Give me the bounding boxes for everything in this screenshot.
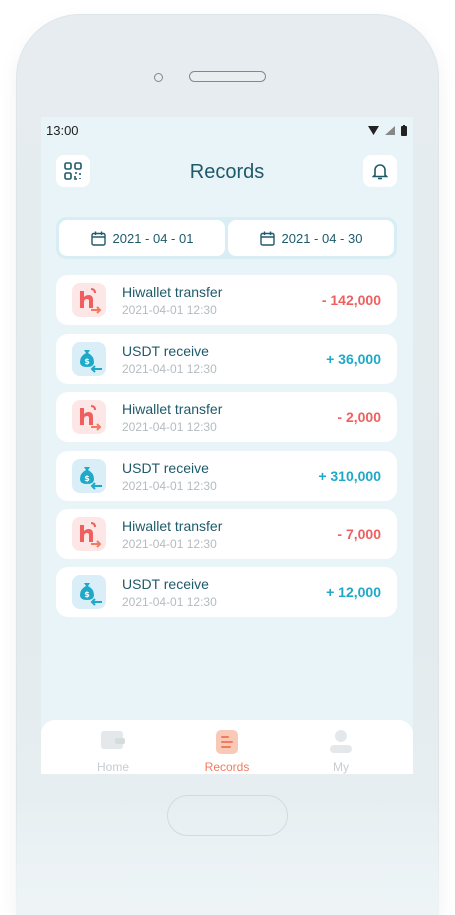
- records-icon: [216, 730, 238, 754]
- transfer-out-icon: [72, 283, 106, 317]
- hardware-home-button[interactable]: [167, 795, 288, 836]
- record-amount: - 7,000: [337, 526, 381, 542]
- svg-text:$: $: [84, 474, 90, 483]
- bottom-tab-bar: Home Records My: [41, 720, 413, 774]
- record-item[interactable]: $ USDT receive 2021-04-01 12:30 + 310,00…: [56, 451, 397, 501]
- speaker-grille: [189, 71, 266, 82]
- record-item[interactable]: Hiwallet transfer 2021-04-01 12:30 - 142…: [56, 275, 397, 325]
- tab-home[interactable]: Home: [51, 720, 175, 774]
- svg-text:$: $: [84, 590, 90, 599]
- transfer-out-icon: [72, 400, 106, 434]
- record-item[interactable]: Hiwallet transfer 2021-04-01 12:30 - 7,0…: [56, 509, 397, 559]
- record-amount: + 310,000: [318, 468, 381, 484]
- user-icon: [330, 730, 352, 753]
- record-time: 2021-04-01 12:30: [122, 479, 217, 493]
- record-item[interactable]: $ USDT receive 2021-04-01 12:30 + 36,000: [56, 334, 397, 384]
- transfer-out-icon: [72, 517, 106, 551]
- money-bag-receive-icon: $: [72, 342, 106, 376]
- record-title: USDT receive: [122, 576, 209, 592]
- start-date-picker[interactable]: 2021 - 04 - 01: [59, 220, 225, 256]
- end-date-label: 2021 - 04 - 30: [281, 230, 363, 246]
- end-date-picker[interactable]: 2021 - 04 - 30: [228, 220, 394, 256]
- status-time: 13:00: [46, 123, 79, 138]
- record-item[interactable]: $ USDT receive 2021-04-01 12:30 + 12,000: [56, 567, 397, 617]
- wallet-icon: [101, 731, 125, 749]
- battery-icon: [401, 125, 407, 136]
- notification-button[interactable]: [363, 155, 397, 187]
- record-time: 2021-04-01 12:30: [122, 537, 217, 551]
- signal-icon: [385, 126, 395, 135]
- calendar-icon: [90, 231, 106, 246]
- record-title: Hiwallet transfer: [122, 284, 223, 300]
- record-item[interactable]: Hiwallet transfer 2021-04-01 12:30 - 2,0…: [56, 392, 397, 442]
- record-amount: + 12,000: [326, 584, 381, 600]
- status-bar: 13:00: [41, 117, 413, 143]
- record-title: USDT receive: [122, 460, 209, 476]
- money-bag-receive-icon: $: [72, 575, 106, 609]
- record-time: 2021-04-01 12:30: [122, 362, 217, 376]
- status-icons: [368, 125, 407, 136]
- tab-label-home: Home: [96, 760, 129, 774]
- record-amount: + 36,000: [326, 351, 381, 367]
- date-range-filter: 2021 - 04 - 01 2021 - 04 - 30: [56, 217, 397, 259]
- record-title: Hiwallet transfer: [122, 401, 223, 417]
- tab-my[interactable]: My: [279, 720, 403, 774]
- record-time: 2021-04-01 12:30: [122, 595, 217, 609]
- tab-label-my: My: [333, 760, 349, 774]
- page-title: Records: [189, 161, 265, 183]
- record-title: USDT receive: [122, 343, 209, 359]
- bell-icon: [372, 164, 388, 180]
- tab-label-records: Records: [204, 760, 250, 774]
- wifi-icon: [368, 126, 379, 135]
- money-bag-receive-icon: $: [72, 459, 106, 493]
- app-screen: 13:00 Records 2021 - 04 - 01 2021 - 04 -…: [41, 117, 413, 774]
- record-amount: - 2,000: [337, 409, 381, 425]
- start-date-label: 2021 - 04 - 01: [112, 230, 194, 246]
- svg-text:$: $: [84, 357, 90, 366]
- record-amount: - 142,000: [321, 292, 381, 308]
- record-title: Hiwallet transfer: [122, 518, 223, 534]
- tab-records[interactable]: Records: [165, 720, 289, 774]
- front-camera: [154, 73, 163, 82]
- record-time: 2021-04-01 12:30: [122, 303, 217, 317]
- record-time: 2021-04-01 12:30: [122, 420, 217, 434]
- calendar-icon: [259, 231, 275, 246]
